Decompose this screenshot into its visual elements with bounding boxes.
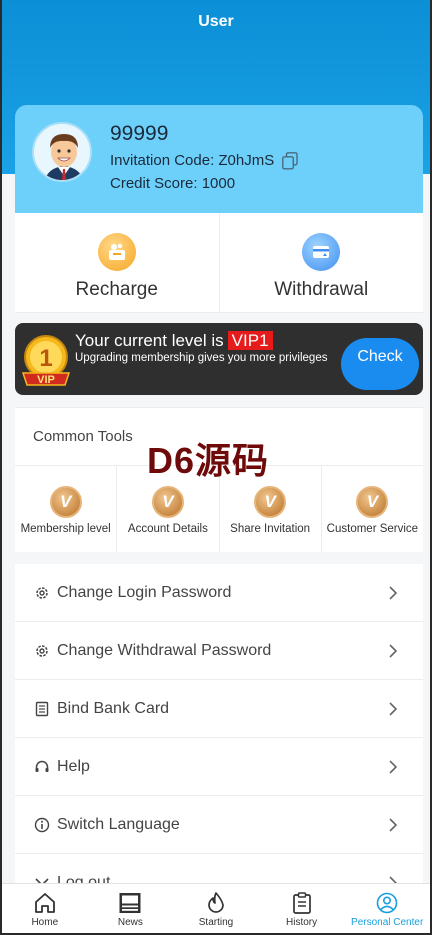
tool-label: Customer Service <box>326 523 419 535</box>
tool-membership-level[interactable]: V Membership level <box>15 466 118 553</box>
tool-customer-service[interactable]: V Customer Service <box>322 466 423 553</box>
v-coin-icon: V <box>49 486 82 518</box>
chevron-right-icon <box>389 702 398 716</box>
common-tools-title: Common Tools <box>33 428 133 445</box>
news-icon <box>119 893 141 913</box>
user-icon <box>376 892 398 914</box>
vip-level-text: Your current level is VIP1 <box>75 331 273 351</box>
tab-label: Personal Center <box>351 917 424 928</box>
gear-icon <box>33 642 51 660</box>
svg-text:1: 1 <box>39 345 52 372</box>
menu-label: Bind Bank Card <box>57 699 170 717</box>
recharge-icon <box>97 233 136 271</box>
tool-label: Account Details <box>127 523 208 535</box>
menu-bind-bank-card[interactable]: Bind Bank Card <box>15 680 423 738</box>
headset-icon <box>33 758 51 776</box>
clipboard-icon <box>292 892 311 914</box>
menu-label: Change Login Password <box>57 583 232 601</box>
tab-news[interactable]: News <box>88 884 174 933</box>
copy-icon[interactable] <box>282 152 298 170</box>
profile-card: 99999 Invitation Code: Z0hJmS Credit Sco… <box>15 105 423 213</box>
document-icon <box>33 700 51 718</box>
money-actions: Recharge Withdrawal <box>15 213 423 313</box>
bottom-tab-bar: Home News Starting History Personal Cent… <box>2 883 430 933</box>
menu-help[interactable]: Help <box>15 738 423 796</box>
vip-badge-text: VIP <box>37 374 55 386</box>
withdrawal-button[interactable]: Withdrawal <box>220 213 424 312</box>
flame-icon <box>208 892 224 913</box>
chevron-right-icon <box>389 760 398 774</box>
tab-home[interactable]: Home <box>2 884 88 933</box>
chevron-right-icon <box>389 644 398 658</box>
tool-label: Share Invitation <box>230 523 311 535</box>
menu-label: Help <box>57 757 90 775</box>
v-coin-icon: V <box>151 486 184 518</box>
tab-starting[interactable]: Starting <box>173 884 259 933</box>
avatar[interactable] <box>32 122 92 182</box>
vip-banner: 1 VIP Your current level is VIP1 Upgradin… <box>15 323 423 395</box>
recharge-label: Recharge <box>75 279 158 300</box>
menu-change-withdrawal-password[interactable]: Change Withdrawal Password <box>15 622 423 680</box>
tab-label: History <box>286 917 318 928</box>
vip-subtitle: Upgrading membership gives you more priv… <box>75 352 328 364</box>
invitation-code-row: Invitation Code: Z0hJmS <box>110 152 298 170</box>
v-coin-icon: V <box>254 486 287 518</box>
v-coin-icon: V <box>356 486 389 518</box>
settings-menu: Change Login Password Change Withdrawal … <box>15 564 423 912</box>
check-button[interactable]: Check <box>341 338 419 390</box>
page-title: User <box>198 13 234 30</box>
tab-label: Starting <box>198 917 234 928</box>
menu-switch-language[interactable]: Switch Language <box>15 796 423 854</box>
vip-level-prefix: Your current level is <box>75 331 224 350</box>
watermark: D6源码 <box>147 440 270 481</box>
info-icon <box>33 816 51 834</box>
withdrawal-label: Withdrawal <box>274 279 369 300</box>
recharge-button[interactable]: Recharge <box>15 213 220 312</box>
menu-label: Change Withdrawal Password <box>57 641 272 659</box>
username: 99999 <box>110 122 169 145</box>
app-frame: User 99999 Invitation Code: Z0hJmS Credi… <box>0 0 432 935</box>
tab-label: News <box>117 917 143 928</box>
tab-label: Home <box>31 917 59 928</box>
invitation-code: Invitation Code: Z0hJmS <box>110 152 275 169</box>
chevron-right-icon <box>389 586 398 600</box>
credit-score: Credit Score: 1000 <box>110 175 236 192</box>
gear-icon <box>33 584 51 602</box>
tab-history[interactable]: History <box>259 884 345 933</box>
vip-badge-icon: 1 VIP <box>19 333 73 389</box>
chevron-right-icon <box>389 818 398 832</box>
withdrawal-icon <box>302 233 341 271</box>
vip-level-tag: VIP1 <box>227 331 273 350</box>
home-icon <box>34 893 55 913</box>
tool-label: Membership level <box>20 523 111 535</box>
tab-personal-center[interactable]: Personal Center <box>344 884 430 933</box>
menu-change-login-password[interactable]: Change Login Password <box>15 564 423 622</box>
menu-label: Switch Language <box>57 815 180 833</box>
